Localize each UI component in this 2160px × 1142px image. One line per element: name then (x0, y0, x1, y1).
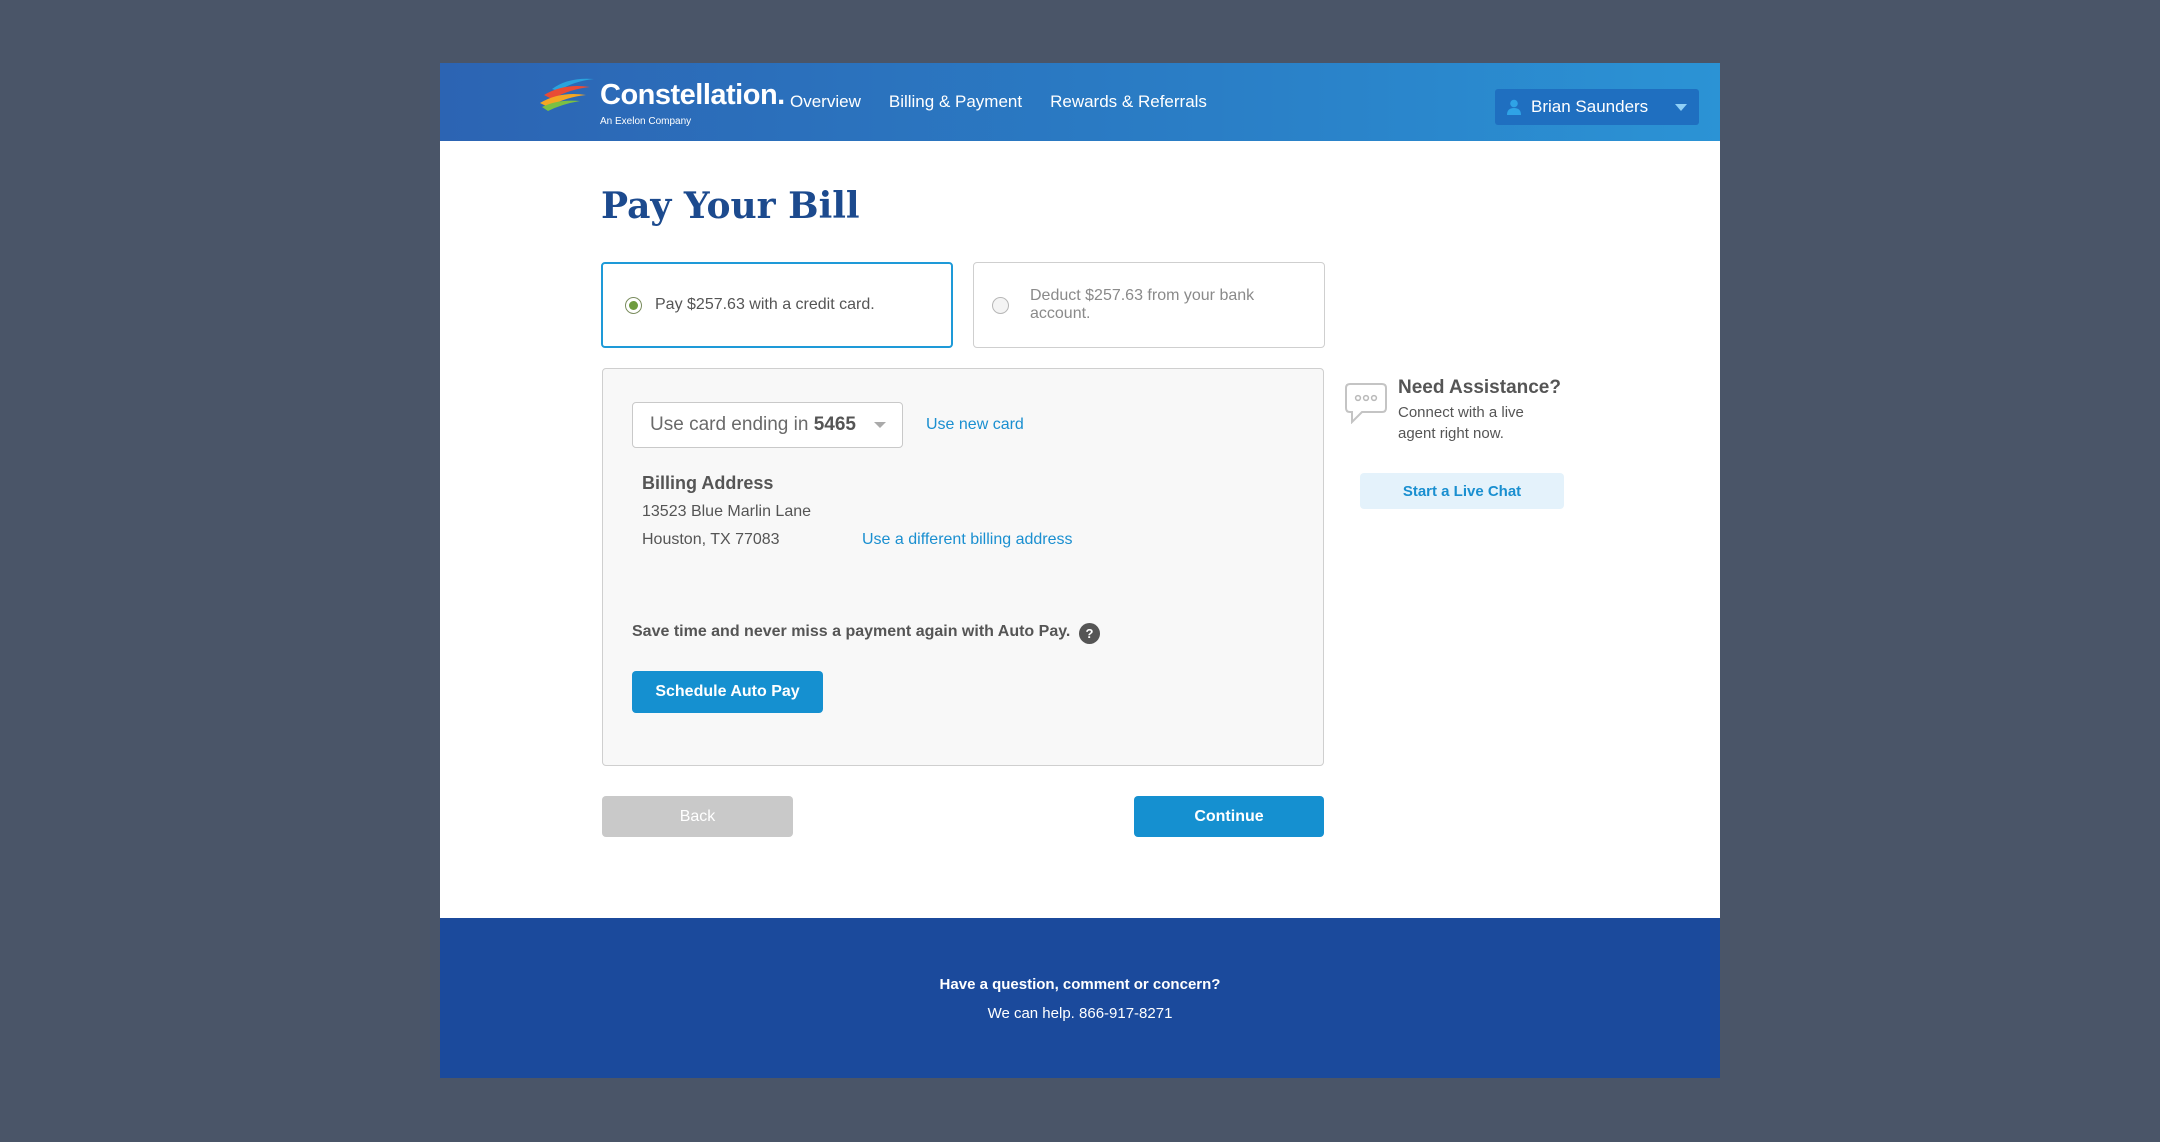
billing-address-line2: Houston, TX 77083 (642, 531, 780, 548)
different-billing-address-link[interactable]: Use a different billing address (862, 531, 1073, 549)
user-icon (1507, 99, 1521, 115)
card-select-prefix: Use card ending in (650, 414, 809, 435)
top-header: Constellation. An Exelon Company Overvie… (440, 63, 1720, 141)
card-select-value: Use card ending in 5465 (650, 414, 874, 436)
footer-question: Have a question, comment or concern? (939, 976, 1221, 993)
chevron-down-icon (1675, 103, 1687, 111)
option-credit-card[interactable]: Pay $257.63 with a credit card. (601, 262, 953, 348)
autopay-message: Save time and never miss a payment again… (632, 623, 1071, 640)
schedule-autopay-button[interactable]: Schedule Auto Pay (632, 671, 823, 713)
app-frame: Constellation. An Exelon Company Overvie… (440, 63, 1720, 1078)
user-name: Brian Saunders (1531, 97, 1649, 116)
card-select[interactable]: Use card ending in 5465 (632, 402, 903, 448)
radio-credit-card[interactable] (625, 296, 642, 314)
page-title: Pay Your Bill (601, 185, 860, 227)
option-bank-account-label: Deduct $257.63 from your bank account. (1030, 287, 1255, 322)
chat-bubble-icon (1345, 383, 1387, 424)
logo-mark-icon (540, 78, 594, 111)
constellation-logo[interactable]: Constellation. An Exelon Company (538, 75, 785, 131)
user-menu-button[interactable]: Brian Saunders (1495, 89, 1699, 125)
nav-billing-payment[interactable]: Billing & Payment (889, 92, 1022, 112)
nav-overview[interactable]: Overview (790, 92, 861, 112)
main-nav: Overview Billing & Payment Rewards & Ref… (790, 63, 1207, 141)
back-button[interactable]: Back (602, 796, 793, 837)
start-live-chat-button[interactable]: Start a Live Chat (1360, 473, 1564, 509)
radio-bank-account[interactable] (992, 296, 1009, 314)
help-icon[interactable]: ? (1079, 623, 1100, 644)
option-bank-account[interactable]: Deduct $257.63 from your bank account. (973, 262, 1325, 348)
option-credit-card-label: Pay $257.63 with a credit card. (655, 296, 875, 313)
continue-button[interactable]: Continue (1134, 796, 1324, 837)
chevron-down-icon (874, 422, 886, 428)
logo-name: Constellation. (600, 79, 785, 111)
card-last4: 5465 (813, 414, 856, 435)
nav-rewards-referrals[interactable]: Rewards & Referrals (1050, 92, 1207, 112)
assistance-text: Connect with a live agent right now. (1398, 404, 1524, 442)
assistance-title: Need Assistance? (1398, 377, 1561, 398)
billing-address-line1: 13523 Blue Marlin Lane (642, 503, 812, 520)
use-new-card-link[interactable]: Use new card (926, 416, 1024, 434)
footer: Have a question, comment or concern? We … (440, 918, 1720, 1078)
footer-phone: We can help. 866-917-8271 (987, 1005, 1173, 1022)
billing-address-title: Billing Address (642, 473, 774, 493)
card-details-panel: Use card ending in 5465 Use new card Bil… (602, 368, 1324, 766)
logo-subtitle: An Exelon Company (600, 116, 692, 127)
